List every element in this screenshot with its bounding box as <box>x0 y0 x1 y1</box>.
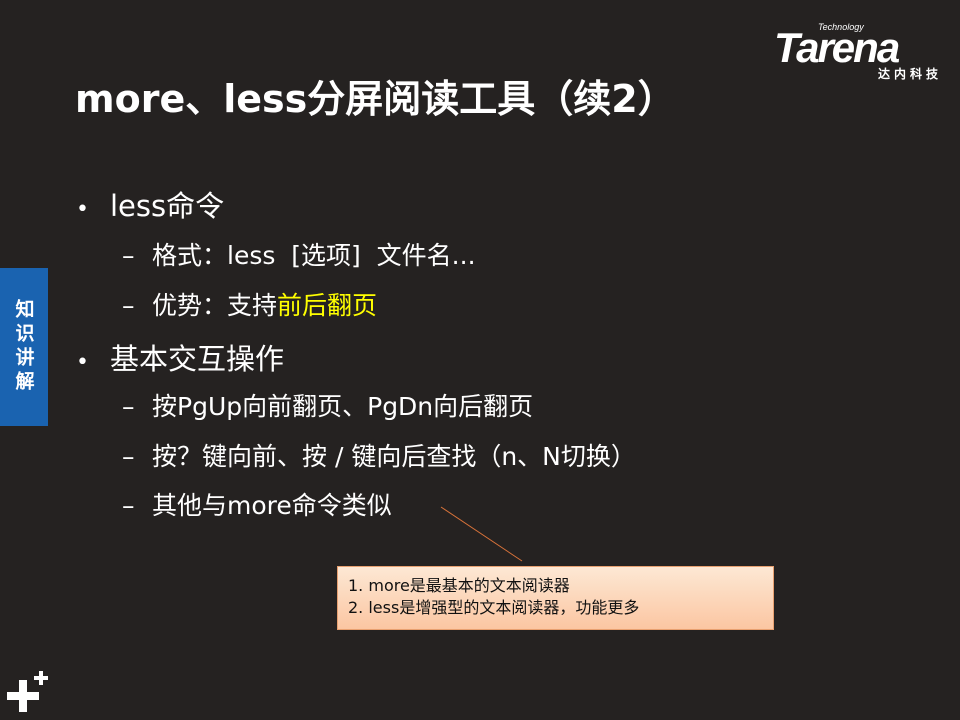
callout-note: 1. more是最基本的文本阅读器 2. less是增强型的文本阅读器，功能更多 <box>337 566 774 630</box>
note-line-2: 2. less是增强型的文本阅读器，功能更多 <box>348 598 640 617</box>
note-line-1: 1. more是最基本的文本阅读器 <box>348 576 570 595</box>
leader-line <box>440 506 523 562</box>
plus-icon <box>7 671 48 712</box>
